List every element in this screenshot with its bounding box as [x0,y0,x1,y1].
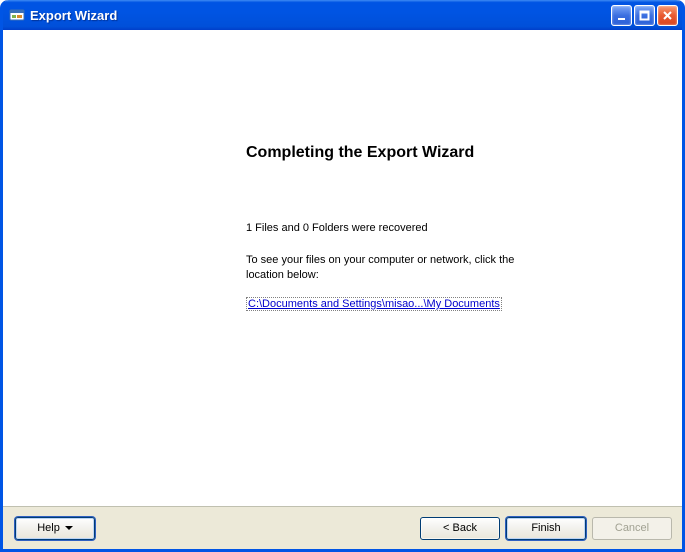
help-button-label: Help [37,522,60,534]
export-wizard-window: Export Wizard Completing the Export Wiza… [0,0,685,552]
client-area: Completing the Export Wizard 1 Files and… [3,30,682,549]
instruction-text: To see your files on your computer or ne… [246,253,546,283]
recovery-summary: 1 Files and 0 Folders were recovered [246,222,428,234]
close-button[interactable] [657,5,678,26]
window-title: Export Wizard [30,8,117,23]
wizard-page: Completing the Export Wizard 1 Files and… [3,30,682,507]
back-button[interactable]: < Back [420,517,500,540]
cancel-button: Cancel [592,517,672,540]
app-icon [9,7,25,23]
finish-button[interactable]: Finish [506,517,586,540]
page-heading: Completing the Export Wizard [246,144,474,162]
help-button[interactable]: Help [15,517,95,540]
titlebar[interactable]: Export Wizard [3,0,682,30]
dropdown-caret-icon [65,526,73,530]
maximize-button[interactable] [634,5,655,26]
minimize-button[interactable] [611,5,632,26]
output-path-link[interactable]: C:\Documents and Settings\misao...\My Do… [246,297,502,311]
footer-bar: Help < Back Finish Cancel [3,507,682,549]
